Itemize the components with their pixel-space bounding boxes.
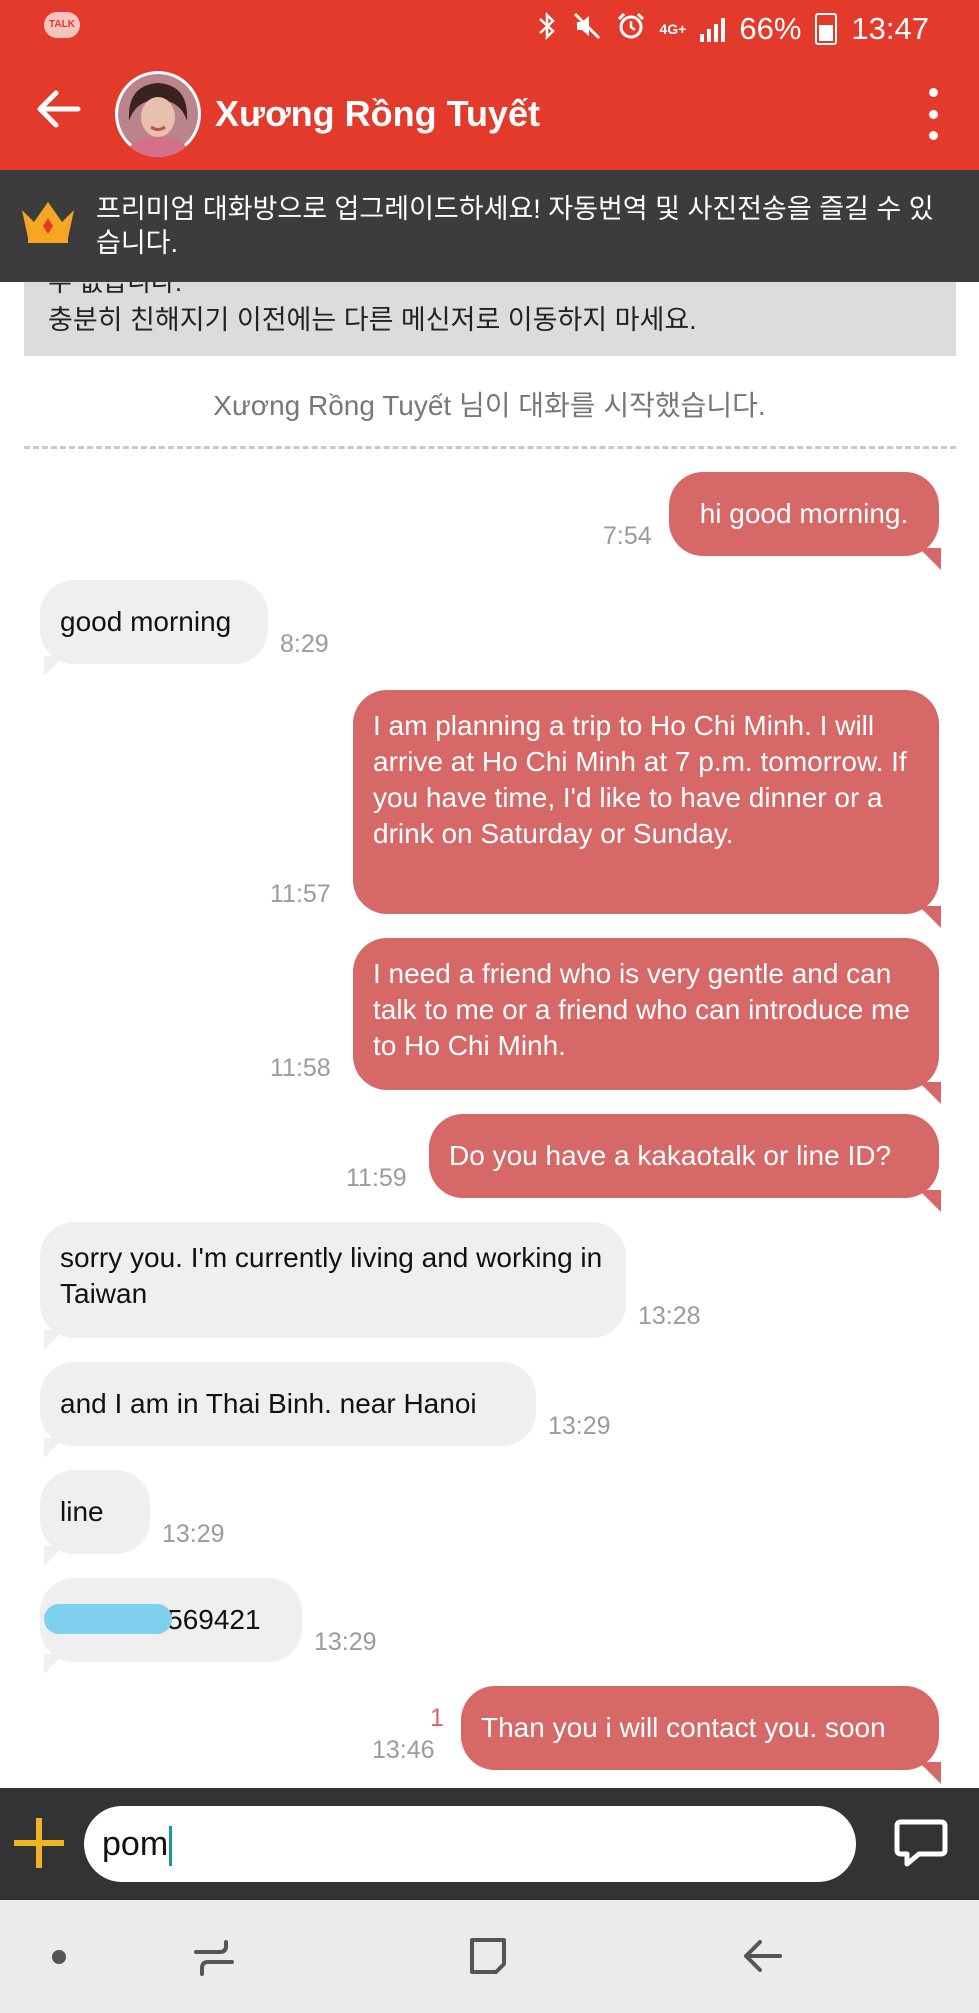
message-time: 11:57 [270, 880, 331, 908]
chat-header: Xương Rồng Tuyết [0, 58, 979, 170]
divider [24, 446, 956, 449]
message-bubble[interactable]: line [40, 1470, 150, 1566]
status-time: 13:47 [851, 11, 929, 46]
battery-percent: 66% [739, 11, 802, 46]
more-vert-icon[interactable] [923, 88, 943, 140]
talk-notification-icon: TALK [44, 12, 80, 38]
message-bubble[interactable]: 33569421 [40, 1578, 302, 1674]
signal-icon [700, 16, 726, 42]
back-icon[interactable] [740, 1934, 784, 1978]
message-input[interactable]: pom [84, 1806, 856, 1882]
message-time: 8:29 [280, 630, 329, 658]
unread-count: 1 [430, 1704, 444, 1732]
message-bubble[interactable]: I need a friend who is very gentle and c… [353, 938, 941, 1104]
back-button[interactable] [30, 86, 86, 142]
message-time: 7:54 [603, 522, 652, 550]
bluetooth-icon [536, 11, 558, 48]
message-row-outgoing: hi good morning. 7:54 [0, 472, 979, 570]
mute-icon [572, 11, 602, 48]
message-row-incoming: good morning 8:29 [0, 580, 979, 676]
premium-banner-text: 프리미엄 대화방으로 업그레이드하세요! 자동번역 및 사진전송을 즐길 수 있… [96, 194, 934, 258]
redaction-mark [44, 1604, 172, 1634]
message-time: 11:58 [270, 1054, 331, 1082]
chat-bubble-icon[interactable] [893, 1816, 949, 1870]
text-cursor [169, 1826, 173, 1867]
avatar-photo [118, 74, 198, 157]
premium-upgrade-banner[interactable]: 프리미엄 대화방으로 업그레이드하세요! 자동번역 및 사진전송을 즐길 수 있… [0, 170, 979, 282]
contact-name[interactable]: Xương Rồng Tuyết [215, 93, 540, 135]
message-row-incoming: and I am in Thai Binh. near Hanoi 13:29 [0, 1362, 979, 1458]
message-row-incoming: line 13:29 [0, 1470, 979, 1566]
message-bubble[interactable]: and I am in Thai Binh. near Hanoi [40, 1362, 536, 1458]
message-bubble[interactable]: Than you i will contact you. soon [461, 1686, 941, 1784]
status-bar: TALK 4G+ 66% 13:47 [0, 0, 979, 58]
contact-avatar[interactable] [115, 71, 201, 157]
system-nav-bar [0, 1900, 979, 2013]
battery-icon [815, 13, 838, 45]
message-time: 13:29 [162, 1520, 225, 1548]
message-time: 11:59 [346, 1164, 407, 1192]
notice-line-2: 충분히 친해지기 이전에는 다른 메신저로 이동하지 마세요. [48, 305, 697, 335]
overview-icon[interactable] [466, 1934, 510, 1978]
message-time: 13:29 [548, 1412, 611, 1440]
alarm-icon [616, 11, 646, 48]
message-row-outgoing: Than you i will contact you. soon 1 13:4… [0, 1686, 979, 1784]
message-bubble[interactable]: Do you have a kakaotalk or line ID? [429, 1114, 941, 1212]
message-bubble[interactable]: hi good morning. [669, 472, 941, 570]
input-value: pom [102, 1825, 169, 1863]
recent-apps-icon[interactable] [192, 1936, 236, 1980]
status-indicators: 4G+ 66% 13:47 [536, 8, 929, 50]
message-row-incoming: sorry you. I'm currently living and work… [0, 1222, 979, 1350]
home-dot-icon[interactable] [52, 1950, 66, 1964]
message-row-incoming: 33569421 13:29 [0, 1578, 979, 1674]
message-row-outgoing: Do you have a kakaotalk or line ID? 11:5… [0, 1114, 979, 1212]
message-row-outgoing: I am planning a trip to Ho Chi Minh. I w… [0, 690, 979, 928]
back-arrow-icon [37, 90, 81, 128]
message-row-outgoing: I need a friend who is very gentle and c… [0, 938, 979, 1104]
system-message: Xương Rồng Tuyết 님이 대화를 시작했습니다. [213, 390, 766, 421]
message-time: 13:29 [314, 1628, 377, 1656]
plus-icon[interactable] [14, 1818, 64, 1868]
network-type: 4G+ [659, 20, 687, 37]
message-time: 13:28 [638, 1302, 701, 1330]
crown-icon [22, 202, 74, 243]
message-input-bar: pom [0, 1788, 979, 1900]
message-bubble[interactable]: good morning [40, 580, 268, 676]
message-bubble[interactable]: sorry you. I'm currently living and work… [40, 1222, 626, 1350]
message-time: 13:46 [372, 1736, 435, 1764]
message-bubble[interactable]: I am planning a trip to Ho Chi Minh. I w… [353, 690, 941, 928]
